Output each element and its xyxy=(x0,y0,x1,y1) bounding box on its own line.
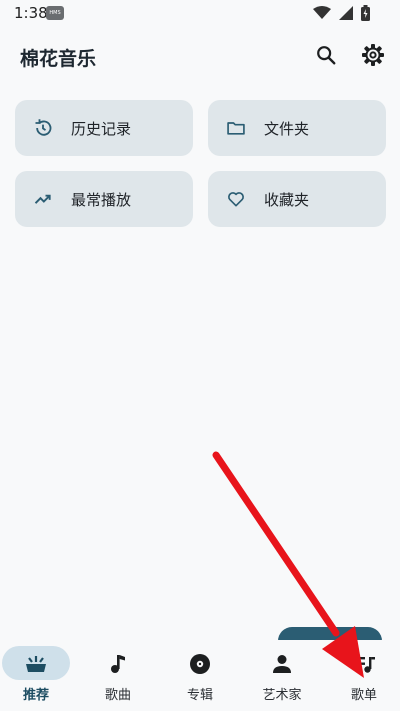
annotation-arrow xyxy=(212,451,364,678)
